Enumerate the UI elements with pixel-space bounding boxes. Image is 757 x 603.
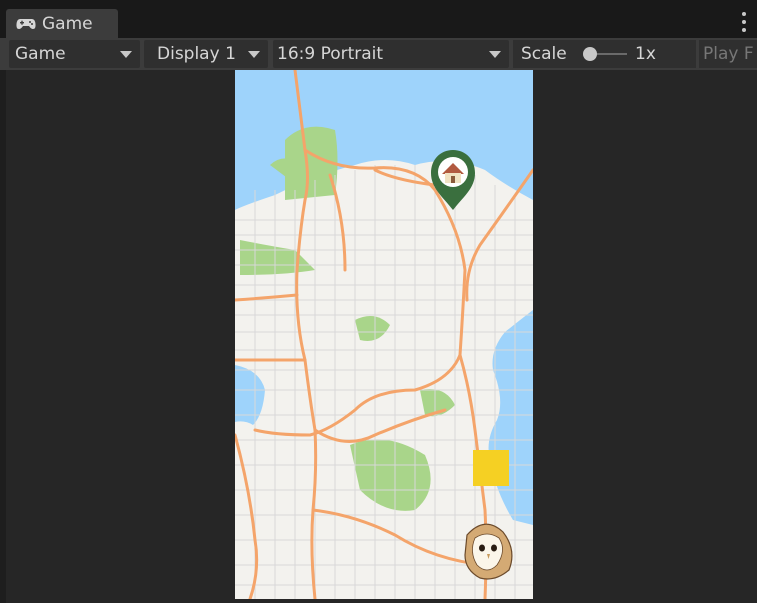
aspect-dropdown[interactable]: 16:9 Portrait xyxy=(273,40,509,68)
gamepad-icon xyxy=(16,18,36,29)
target-square[interactable] xyxy=(473,450,509,486)
more-options-icon[interactable] xyxy=(741,12,747,32)
target-dropdown[interactable]: Game xyxy=(9,40,140,68)
city-map xyxy=(235,70,533,599)
chevron-down-icon xyxy=(248,51,260,58)
left-panel-edge xyxy=(0,70,6,603)
display-dropdown-value: Display 1 xyxy=(157,44,236,64)
play-focused-dropdown[interactable]: Play F xyxy=(699,40,757,68)
play-focused-label: Play F xyxy=(703,44,754,64)
window-tab-bar: Game xyxy=(0,0,757,38)
scale-slider-handle[interactable] xyxy=(583,47,597,61)
scale-control: Scale 1x xyxy=(513,40,696,68)
scale-value: 1x xyxy=(635,44,656,64)
tab-game[interactable]: Game xyxy=(6,9,118,38)
chevron-down-icon xyxy=(120,51,132,58)
aspect-dropdown-value: 16:9 Portrait xyxy=(277,44,384,64)
scale-label: Scale xyxy=(521,44,567,64)
tab-label: Game xyxy=(42,13,93,34)
chevron-down-icon xyxy=(489,51,501,58)
game-view-map[interactable] xyxy=(235,70,533,599)
target-dropdown-value: Game xyxy=(15,44,66,64)
game-view-toolbar: Game Display 1 16:9 Portrait Scale 1x Pl… xyxy=(0,38,757,70)
display-dropdown[interactable]: Display 1 xyxy=(144,40,268,68)
